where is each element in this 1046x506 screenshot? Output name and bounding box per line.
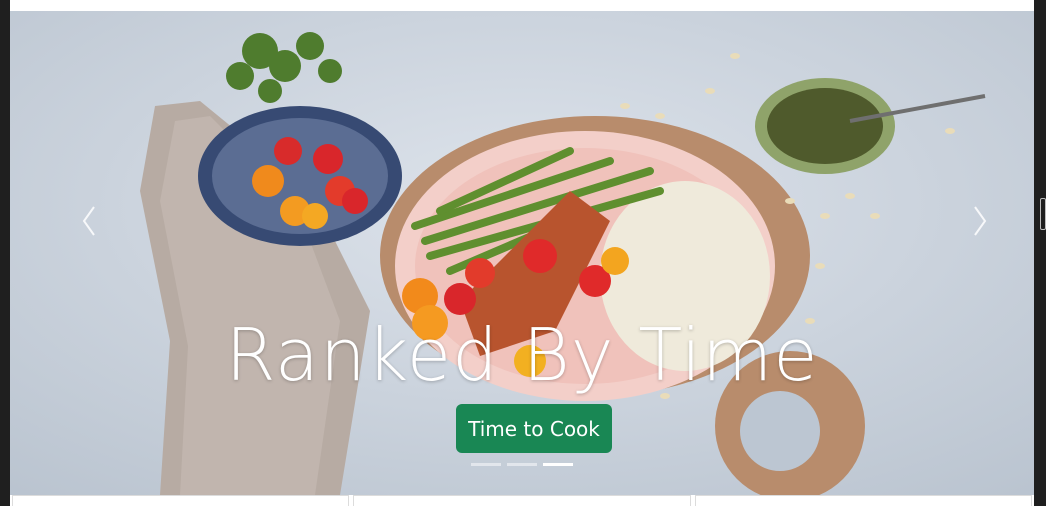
time-to-cook-button[interactable]: Time to Cook — [456, 404, 612, 453]
chevron-left-icon — [82, 206, 95, 236]
scrollbar-handle[interactable] — [1040, 198, 1046, 230]
carousel-prev-button[interactable] — [72, 201, 108, 241]
card-stub-1 — [12, 495, 350, 506]
carousel-indicator-1[interactable] — [471, 463, 501, 466]
carousel-indicators — [10, 463, 1034, 466]
card-row — [10, 495, 1034, 506]
hero-carousel: Ranked By Time Time to Cook — [10, 11, 1034, 495]
carousel-indicator-2[interactable] — [507, 463, 537, 466]
chevron-right-icon — [974, 206, 987, 236]
carousel-indicator-3[interactable] — [543, 463, 573, 466]
card-stub-3 — [694, 495, 1032, 506]
carousel-caption-title: Ranked By Time — [225, 313, 819, 397]
card-stub-2 — [353, 495, 691, 506]
top-strip — [10, 0, 1034, 11]
carousel-next-button[interactable] — [961, 201, 997, 241]
